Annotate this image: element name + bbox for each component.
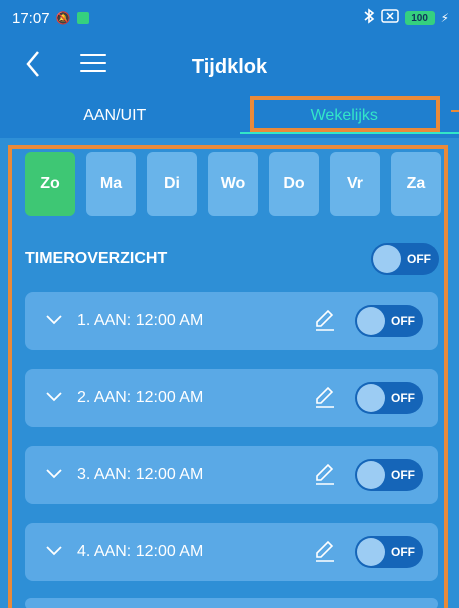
- toggle-state: OFF: [391, 314, 415, 328]
- timer-overview-row: TIMEROVERZICHT OFF: [25, 243, 439, 275]
- day-button-ma[interactable]: Ma: [86, 152, 136, 216]
- day-button-di[interactable]: Di: [147, 152, 197, 216]
- toggle-knob: [357, 538, 385, 566]
- timer-toggle[interactable]: OFF: [355, 382, 423, 414]
- toggle-knob: [357, 461, 385, 489]
- edit-icon[interactable]: [313, 539, 337, 563]
- day-button-wo[interactable]: Wo: [208, 152, 258, 216]
- edit-icon[interactable]: [313, 308, 337, 332]
- timer-toggle[interactable]: OFF: [355, 536, 423, 568]
- app-notification-icon: [76, 12, 89, 24]
- status-bar: 17:07 🔕 100 ⚡: [0, 0, 459, 36]
- chevron-down-icon[interactable]: [45, 541, 63, 559]
- page-title: Tijdklok: [191, 56, 268, 78]
- tab-aan-uit[interactable]: AAN/UIT: [0, 94, 230, 138]
- tab-bar: AAN/UIT Wekelijks: [0, 94, 459, 138]
- bluetooth-icon: [363, 8, 375, 28]
- chevron-down-icon[interactable]: [45, 387, 63, 405]
- charging-icon: ⚡: [440, 11, 449, 25]
- timer-label: 4. AAN: 12:00 AM: [77, 543, 204, 560]
- toggle-state: OFF: [391, 468, 415, 482]
- battery-indicator: 100: [404, 11, 435, 25]
- weekly-panel: Zo Ma Di Wo Do Vr Za TIMEROVERZICHT OFF …: [0, 138, 459, 608]
- timer-overview-toggle[interactable]: OFF: [371, 243, 439, 275]
- timer-label: 2. AAN: 12:00 AM: [77, 389, 204, 406]
- tab-wekelijks[interactable]: Wekelijks: [230, 94, 459, 138]
- timer-toggle[interactable]: OFF: [355, 305, 423, 337]
- timer-label: 1. AAN: 12:00 AM: [77, 312, 204, 329]
- timer-toggle[interactable]: OFF: [355, 459, 423, 491]
- day-selector: Zo Ma Di Wo Do Vr Za: [25, 152, 441, 216]
- chevron-down-icon[interactable]: [45, 310, 63, 328]
- timer-row-3[interactable]: 3. AAN: 12:00 AM OFF: [25, 446, 438, 504]
- day-button-do[interactable]: Do: [269, 152, 319, 216]
- toggle-state: OFF: [391, 545, 415, 559]
- day-button-zo[interactable]: Zo: [25, 152, 75, 216]
- day-button-za[interactable]: Za: [391, 152, 441, 216]
- toggle-state: OFF: [407, 252, 431, 266]
- highlight-connector: [451, 110, 459, 112]
- timer-row-4[interactable]: 4. AAN: 12:00 AM OFF: [25, 523, 438, 581]
- timer-overview-label: TIMEROVERZICHT: [25, 250, 168, 267]
- edit-icon[interactable]: [313, 462, 337, 486]
- timer-row-1[interactable]: 1. AAN: 12:00 AM OFF: [25, 292, 438, 350]
- timer-row-5[interactable]: [25, 598, 438, 608]
- day-button-vr[interactable]: Vr: [330, 152, 380, 216]
- timer-row-2[interactable]: 2. AAN: 12:00 AM OFF: [25, 369, 438, 427]
- tab-label: AAN/UIT: [83, 107, 147, 124]
- toggle-knob: [357, 307, 385, 335]
- tab-label: Wekelijks: [310, 107, 378, 124]
- edit-icon[interactable]: [313, 385, 337, 409]
- app-bar: Tijdklok: [0, 36, 459, 94]
- mute-icon: 🔕: [55, 11, 71, 25]
- toggle-knob: [373, 245, 401, 273]
- toggle-state: OFF: [391, 391, 415, 405]
- status-time: 17:07: [12, 9, 50, 27]
- sim-icon: [380, 9, 399, 27]
- timer-label: 3. AAN: 12:00 AM: [77, 466, 204, 483]
- chevron-down-icon[interactable]: [45, 464, 63, 482]
- toggle-knob: [357, 384, 385, 412]
